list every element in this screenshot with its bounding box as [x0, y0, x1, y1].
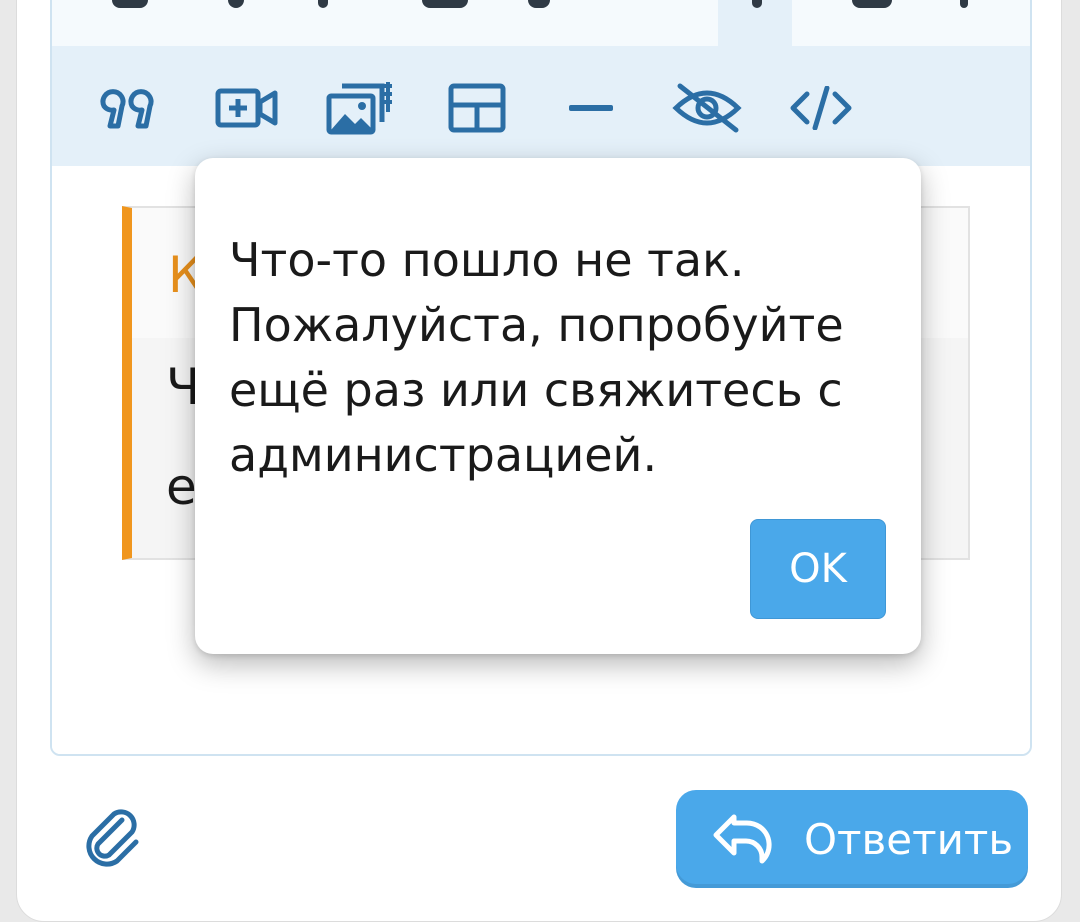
reply-button-label: Ответить: [804, 814, 1014, 864]
emoji-icon[interactable]: [852, 0, 892, 8]
paperclip-icon: [86, 809, 139, 867]
ok-button[interactable]: OK: [750, 519, 886, 619]
gallery-button[interactable]: [326, 76, 396, 140]
code-button[interactable]: [786, 76, 856, 140]
text-color-icon[interactable]: [422, 0, 468, 8]
horizontal-rule-button[interactable]: [556, 76, 626, 140]
table-button[interactable]: [442, 76, 512, 140]
error-dialog: Что-то пошло не так. Пожалуйста, попробу…: [195, 158, 921, 654]
toolbar-row-top: [52, 0, 1030, 46]
insert-video-icon: [215, 88, 278, 128]
attach-button[interactable]: [82, 806, 146, 870]
insert-video-button[interactable]: [212, 76, 282, 140]
spoiler-button[interactable]: [672, 76, 742, 140]
strikethrough-icon[interactable]: [318, 0, 328, 8]
quote-text-line: е: [166, 458, 197, 516]
bold-icon[interactable]: [112, 0, 148, 8]
reply-button[interactable]: Ответить: [676, 790, 1028, 888]
table-icon: [448, 83, 506, 133]
error-message: Что-то пошло не так. Пожалуйста, попробу…: [229, 233, 844, 482]
spoiler-hidden-icon: [672, 83, 742, 133]
gallery-icon: [326, 82, 392, 135]
link-icon[interactable]: [528, 0, 550, 8]
horizontal-rule-icon: [569, 105, 613, 111]
more-icon[interactable]: [960, 0, 968, 8]
reply-arrow-icon: [712, 813, 774, 865]
italic-icon[interactable]: [228, 0, 244, 8]
quote-icon: [100, 89, 154, 129]
quote-button[interactable]: [94, 76, 164, 140]
toolbar-row-bottom: [52, 46, 1030, 166]
code-icon: [790, 86, 852, 130]
